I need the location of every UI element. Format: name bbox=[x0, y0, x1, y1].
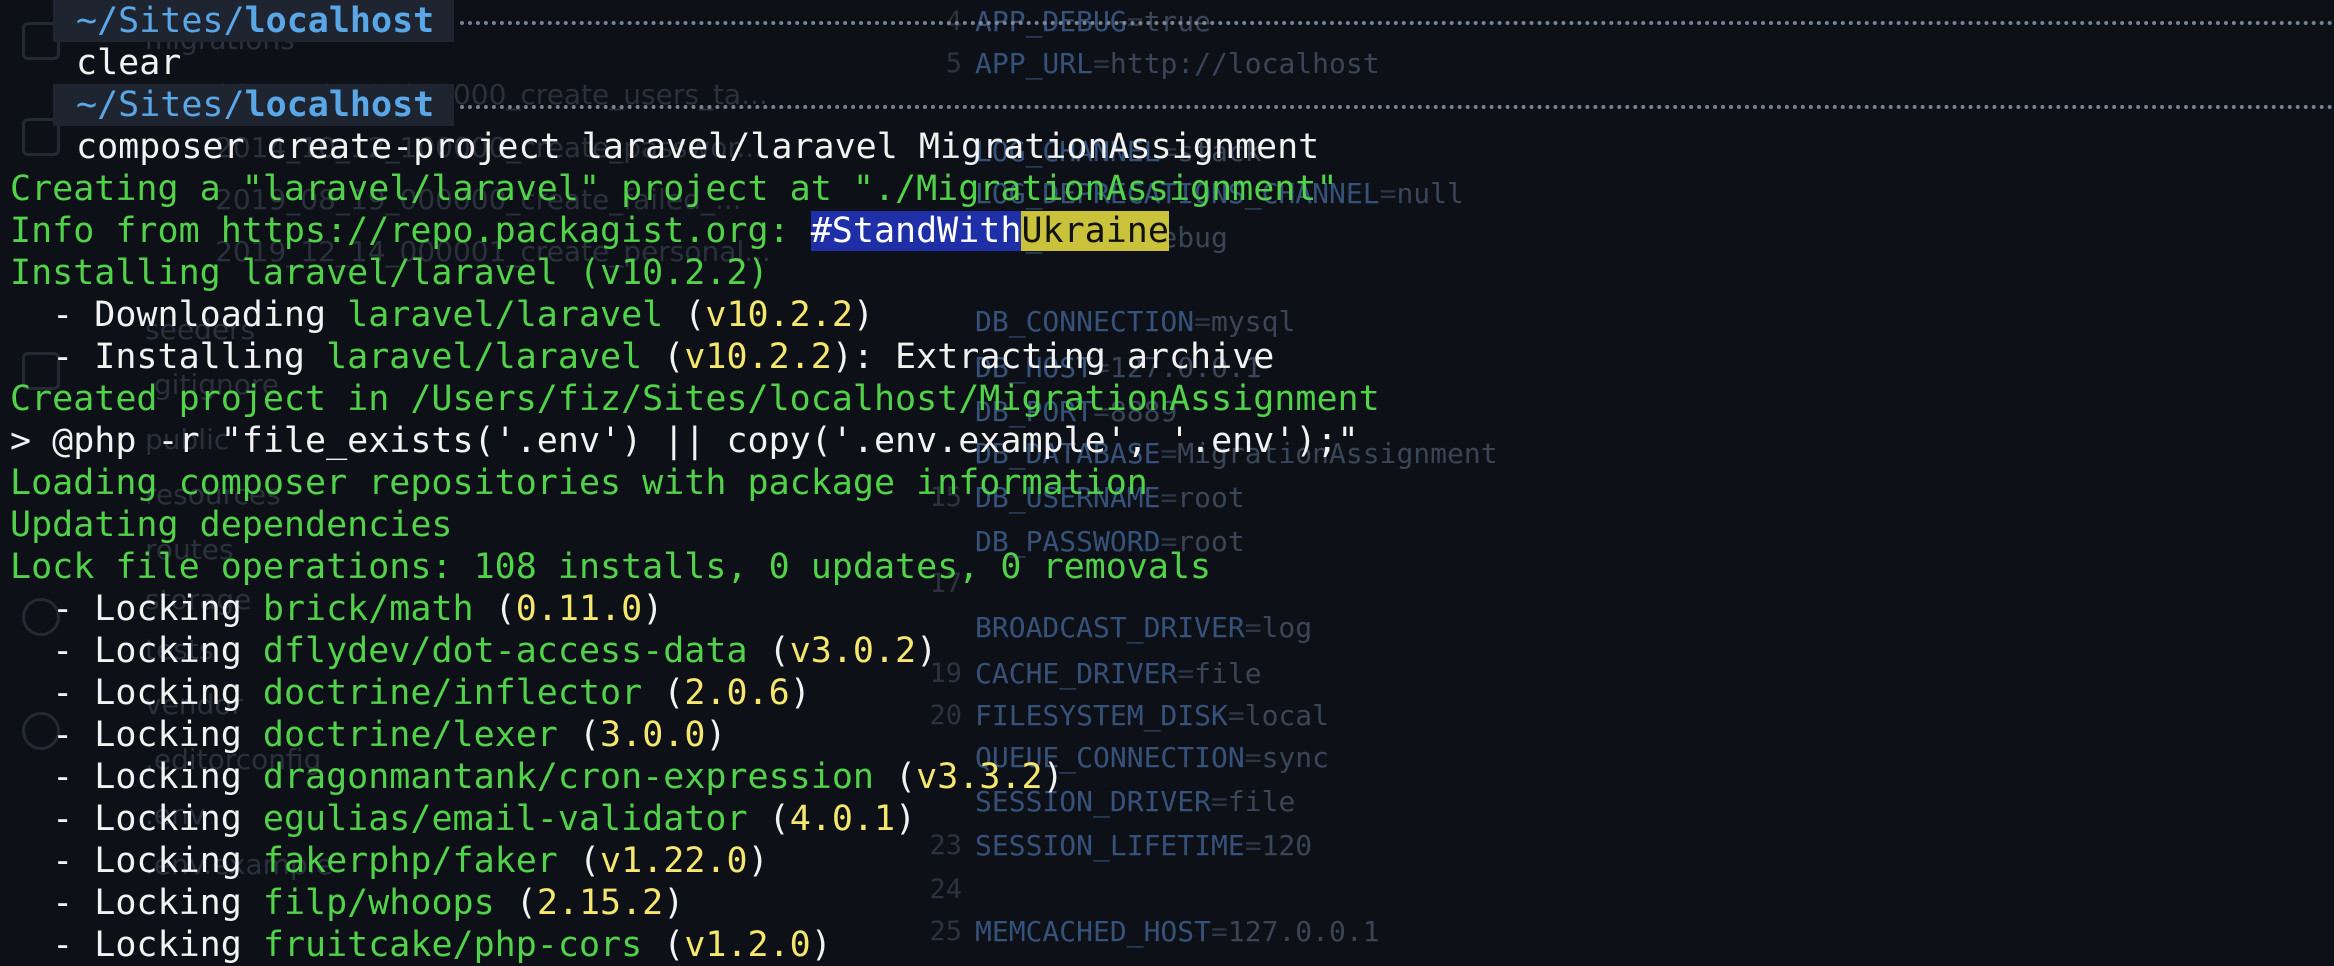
package-name: egulias/email-validator bbox=[262, 799, 748, 839]
lock-line: - Locking fruitcake/php-cors (v1.2.0) bbox=[10, 925, 832, 965]
package-name: brick/math bbox=[262, 589, 474, 629]
package-version: v3.3.2 bbox=[916, 757, 1043, 797]
prompt-prefix: ~/Sites/ bbox=[76, 1, 245, 41]
line-lead: - Locking bbox=[10, 883, 263, 923]
package-version: 4.0.1 bbox=[789, 799, 896, 839]
output-line: Created project in /Users/fiz/Sites/loca… bbox=[10, 379, 1380, 419]
package-version: 0.11.0 bbox=[515, 589, 643, 629]
line-lead: - Downloading bbox=[10, 295, 348, 335]
prompt-line: ~/Sites/localhost bbox=[0, 0, 2334, 42]
package-name: fruitcake/php-cors bbox=[262, 925, 643, 965]
line-lead: - Locking bbox=[10, 757, 263, 797]
prompt-dir: localhost bbox=[244, 1, 435, 41]
output-line: > @php -r "file_exists('.env') || copy('… bbox=[10, 421, 1359, 461]
lock-line: - Locking egulias/email-validator (4.0.1… bbox=[10, 799, 917, 839]
prompt-prefix: ~/Sites/ bbox=[76, 85, 245, 125]
output-line: Updating dependencies bbox=[10, 505, 453, 545]
output-line: - Installing laravel/laravel (v10.2.2): … bbox=[10, 337, 1275, 377]
line-lead: - Locking bbox=[10, 673, 263, 713]
package-name: fakerphp/faker bbox=[262, 841, 558, 881]
prompt-separator bbox=[460, 105, 2334, 109]
prompt-path: ~/Sites/localhost bbox=[53, 84, 455, 126]
info-prefix: Info from https://repo.packagist.org: bbox=[10, 211, 811, 251]
output-line: - Downloading laravel/laravel (v10.2.2) bbox=[10, 295, 874, 335]
lock-line: - Locking fakerphp/faker (v1.22.0) bbox=[10, 841, 769, 881]
package-version: v3.0.2 bbox=[789, 631, 917, 671]
package-name: doctrine/inflector bbox=[262, 673, 643, 713]
prompt-line: ~/Sites/localhost bbox=[0, 84, 2334, 126]
package-version: v1.22.0 bbox=[600, 841, 748, 881]
lock-line: - Locking doctrine/inflector (2.0.6) bbox=[10, 673, 811, 713]
prompt-separator bbox=[460, 21, 2334, 25]
output-line: Loading composer repositories with packa… bbox=[10, 463, 1148, 503]
output-line: Info from https://repo.packagist.org: #S… bbox=[10, 210, 1169, 252]
line-tail: : Extracting archive bbox=[852, 337, 1275, 377]
package-name: dragonmantank/cron-expression bbox=[262, 757, 874, 797]
package-name: laravel/laravel bbox=[326, 337, 643, 377]
prompt-dir: localhost bbox=[244, 85, 435, 125]
info-tag-part: Ukraine bbox=[1021, 211, 1169, 251]
line-lead: - Locking bbox=[10, 715, 263, 755]
line-lead: - Installing bbox=[10, 337, 327, 377]
line-lead: - Locking bbox=[10, 589, 263, 629]
line-lead: - Locking bbox=[10, 925, 263, 965]
info-tag-part: #StandWith bbox=[810, 211, 1022, 251]
command-line: clear bbox=[76, 43, 182, 83]
prompt-path: ~/Sites/localhost bbox=[53, 0, 455, 42]
lock-line: - Locking brick/math (0.11.0) bbox=[10, 589, 664, 629]
lock-line: - Locking doctrine/lexer (3.0.0) bbox=[10, 715, 727, 755]
line-lead: - Locking bbox=[10, 631, 263, 671]
output-line: Lock file operations: 108 installs, 0 up… bbox=[10, 547, 1212, 587]
command-line: composer create-project laravel/laravel … bbox=[76, 127, 1320, 167]
package-version: v10.2.2 bbox=[684, 337, 832, 377]
package-version: v1.2.0 bbox=[684, 925, 811, 965]
lock-line: - Locking filp/whoops (2.15.2) bbox=[10, 883, 685, 923]
package-name: dflydev/dot-access-data bbox=[262, 631, 748, 671]
line-lead: - Locking bbox=[10, 841, 263, 881]
output-line: Installing laravel/laravel (v10.2.2) bbox=[10, 253, 769, 293]
package-version: 2.0.6 bbox=[684, 673, 790, 713]
output-line: Creating a "laravel/laravel" project at … bbox=[10, 169, 1338, 209]
line-lead: - Locking bbox=[10, 799, 263, 839]
package-version: 2.15.2 bbox=[536, 883, 664, 923]
package-version: 3.0.0 bbox=[600, 715, 706, 755]
lock-line: - Locking dflydev/dot-access-data (v3.0.… bbox=[10, 631, 938, 671]
package-name: doctrine/lexer bbox=[262, 715, 558, 755]
package-name: filp/whoops bbox=[262, 883, 495, 923]
lock-line: - Locking dragonmantank/cron-expression … bbox=[10, 757, 1064, 797]
package-version: v10.2.2 bbox=[705, 295, 853, 335]
terminal[interactable]: ~/Sites/localhost clear ~/Sites/localhos… bbox=[0, 0, 2334, 965]
package-name: laravel/laravel bbox=[347, 295, 664, 335]
